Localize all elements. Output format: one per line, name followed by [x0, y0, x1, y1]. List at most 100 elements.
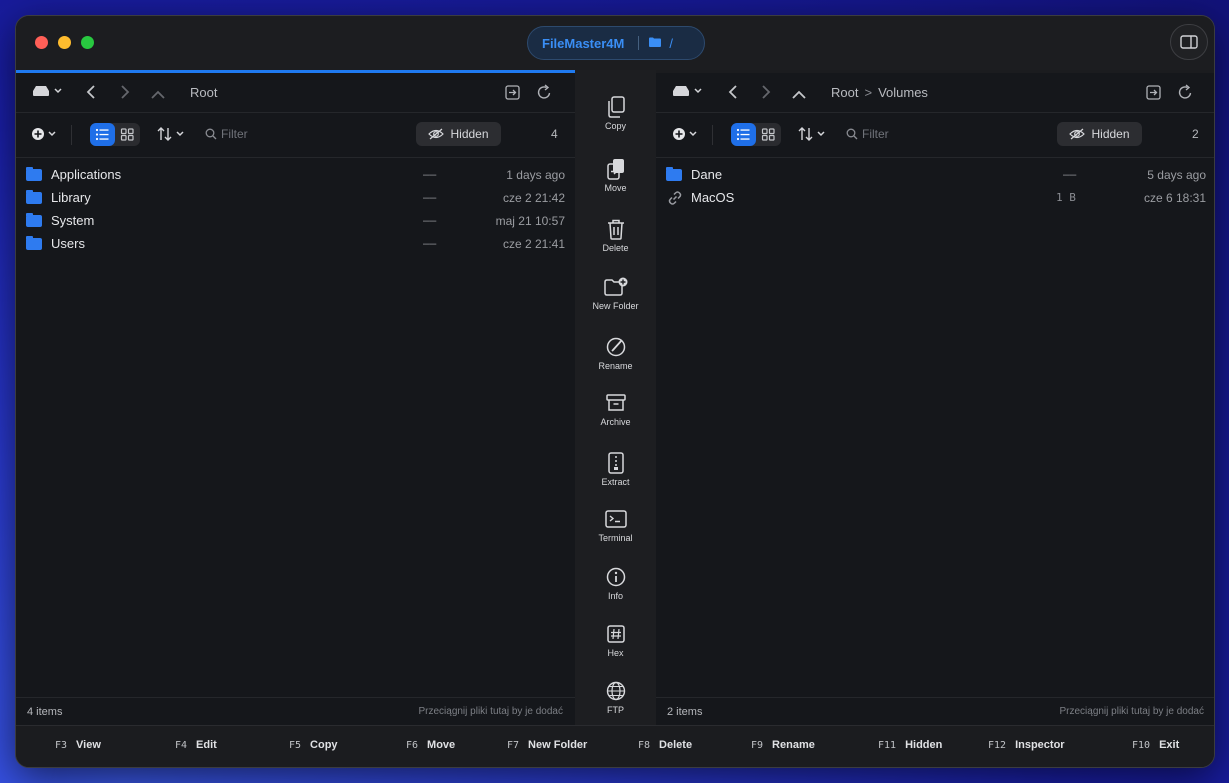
grid-icon: [120, 128, 134, 141]
file-date: cze 2 21:41: [502, 237, 565, 251]
toggle-inspector-button[interactable]: [1170, 24, 1208, 60]
terminal-icon: [604, 510, 627, 528]
left-pane: Root Filter Hidden 4 Applications –– 1 d…: [16, 70, 575, 725]
refresh-icon[interactable]: [1178, 84, 1193, 104]
file-name: Library: [51, 190, 91, 205]
forward-icon[interactable]: [761, 84, 771, 104]
hidden-toggle-button[interactable]: Hidden: [1057, 122, 1142, 146]
search-icon: [205, 127, 217, 145]
item-count: 2: [1192, 127, 1199, 141]
globe-icon: [606, 681, 625, 701]
add-menu-icon[interactable]: [672, 127, 700, 146]
hidden-label: Hidden: [450, 127, 489, 141]
file-row[interactable]: Dane –– 5 days ago: [656, 163, 1214, 186]
export-icon[interactable]: [1146, 85, 1161, 104]
hidden-toggle-button[interactable]: Hidden: [416, 122, 501, 146]
hex-icon: [606, 625, 625, 643]
copy-button[interactable]: Copy: [575, 96, 656, 131]
info-label: Info: [607, 591, 623, 601]
filter-input[interactable]: Filter: [862, 127, 889, 141]
f8-delete-button[interactable]: F8 Delete: [638, 739, 692, 751]
up-icon[interactable]: [150, 87, 166, 104]
back-icon[interactable]: [728, 84, 738, 104]
extract-button[interactable]: Extract: [575, 452, 656, 487]
rename-button[interactable]: Rename: [575, 336, 656, 371]
move-button[interactable]: Move: [575, 158, 656, 193]
file-row[interactable]: Library –– cze 2 21:42: [16, 186, 575, 209]
file-date: maj 21 10:57: [495, 214, 565, 228]
title-divider: [638, 36, 640, 50]
folder-icon: [26, 213, 42, 227]
right-pane: Root > Volumes Filter Hidden 2 Dane –– 5…: [656, 70, 1214, 725]
up-icon[interactable]: [791, 87, 807, 104]
f10-exit-button[interactable]: F10 Exit: [1132, 739, 1179, 751]
grid-view-button[interactable]: [756, 123, 781, 151]
drive-icon[interactable]: [32, 84, 62, 102]
list-view-button[interactable]: [90, 123, 115, 146]
ftp-button[interactable]: FTP: [575, 680, 656, 715]
current-path: /: [669, 35, 673, 51]
list-icon: [736, 128, 750, 141]
f4-edit-button[interactable]: F4 Edit: [175, 739, 217, 751]
info-button[interactable]: Info: [575, 566, 656, 601]
delete-button[interactable]: Delete: [575, 218, 656, 253]
f11-hidden-button[interactable]: F11 Hidden: [878, 739, 942, 751]
ftp-label: FTP: [607, 705, 624, 715]
fkey-label: Rename: [772, 739, 815, 751]
export-icon[interactable]: [505, 85, 520, 104]
file-row[interactable]: Users –– cze 2 21:41: [16, 232, 575, 255]
breadcrumb-root[interactable]: Root: [831, 85, 858, 100]
f5-copy-button[interactable]: F5 Copy: [289, 739, 338, 751]
file-row[interactable]: System –– maj 21 10:57: [16, 209, 575, 232]
fkey-code: F9: [751, 740, 764, 751]
sort-icon[interactable]: [157, 126, 187, 147]
breadcrumb-volumes[interactable]: Volumes: [878, 85, 928, 100]
grid-view-button[interactable]: [115, 123, 140, 151]
hex-label: Hex: [607, 648, 624, 658]
f12-inspector-button[interactable]: F12 Inspector: [988, 739, 1065, 751]
grid-icon: [761, 128, 775, 141]
new-folder-label: New Folder: [592, 301, 639, 311]
app-title: FileMaster4M: [542, 35, 625, 51]
refresh-icon[interactable]: [537, 84, 552, 104]
f9-rename-button[interactable]: F9 Rename: [751, 739, 815, 751]
drive-icon[interactable]: [672, 84, 702, 102]
file-name: Applications: [51, 167, 122, 182]
file-row[interactable]: Applications –– 1 days ago: [16, 163, 575, 186]
search-icon: [846, 127, 858, 145]
new-folder-button[interactable]: New Folder: [575, 276, 656, 311]
delete-label: Delete: [602, 243, 629, 253]
folder-icon: [26, 167, 42, 181]
zoom-window-button[interactable]: [81, 36, 94, 49]
fkey-code: F3: [55, 740, 68, 751]
archive-button[interactable]: Archive: [575, 392, 656, 427]
file-date: cze 6 18:31: [1143, 191, 1206, 205]
terminal-button[interactable]: Terminal: [575, 508, 656, 543]
back-icon[interactable]: [86, 84, 96, 104]
list-view-button[interactable]: [731, 123, 756, 146]
right-file-list: Dane –– 5 days ago MacOS 1 B cze 6 18:31: [656, 163, 1214, 209]
sort-icon[interactable]: [798, 126, 828, 147]
hex-button[interactable]: Hex: [575, 623, 656, 658]
forward-icon[interactable]: [120, 84, 130, 104]
title-pill[interactable]: FileMaster4M /: [527, 26, 705, 60]
add-menu-icon[interactable]: [31, 127, 59, 146]
fkey-code: F8: [638, 740, 651, 751]
file-row[interactable]: MacOS 1 B cze 6 18:31: [656, 186, 1214, 209]
close-window-button[interactable]: [35, 36, 48, 49]
f7-new-folder-button[interactable]: F7 New Folder: [507, 739, 587, 751]
f6-move-button[interactable]: F6 Move: [406, 739, 455, 751]
f3-view-button[interactable]: F3 View: [55, 739, 101, 751]
fkey-code: F7: [507, 740, 520, 751]
file-date: 1 days ago: [506, 168, 565, 182]
fkey-label: Inspector: [1015, 739, 1065, 751]
file-size: ––: [423, 213, 437, 227]
file-name: Dane: [691, 167, 723, 182]
rename-label: Rename: [598, 361, 633, 371]
minimize-window-button[interactable]: [58, 36, 71, 49]
breadcrumb-root[interactable]: Root: [190, 85, 217, 100]
filter-input[interactable]: Filter: [221, 127, 248, 141]
fkey-label: Exit: [1159, 739, 1180, 751]
extract-icon: [607, 452, 624, 474]
toolbar-divider: [712, 125, 713, 145]
